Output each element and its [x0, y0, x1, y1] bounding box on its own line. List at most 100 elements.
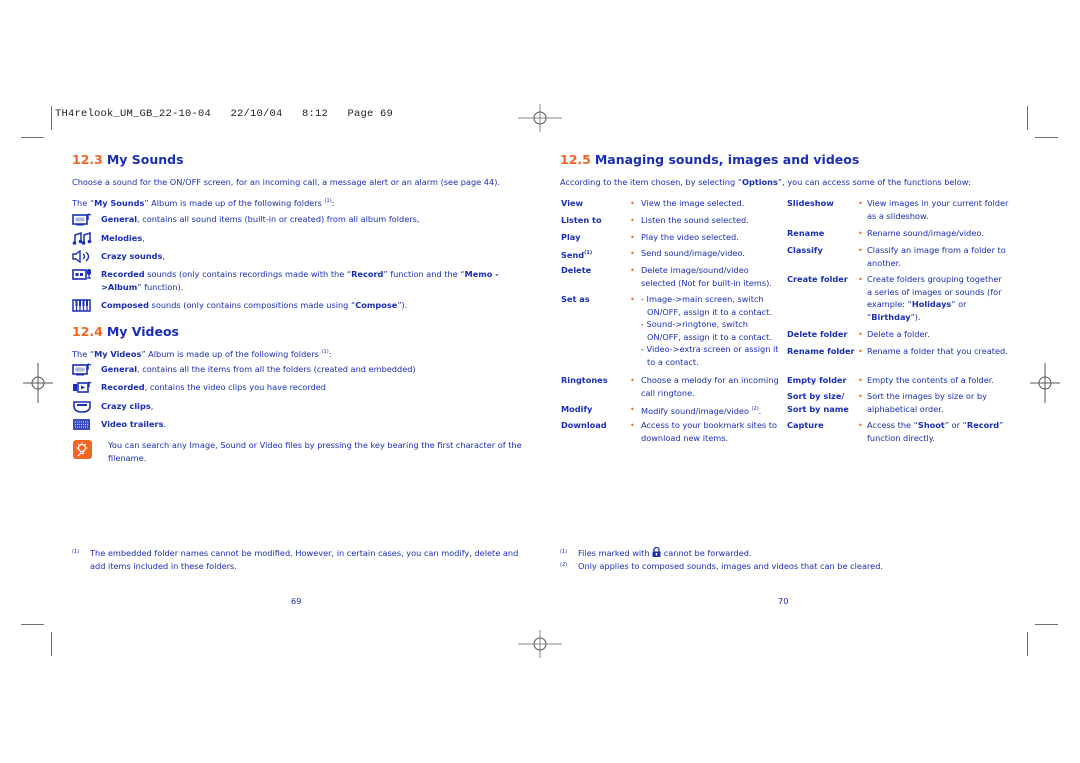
page-number-right: 70: [778, 596, 789, 606]
tip-icon: [73, 440, 92, 459]
term-label: View: [561, 198, 584, 208]
footnote-text: cannot be forwarded.: [661, 548, 752, 558]
footnote-ref[interactable]: (1): [325, 198, 332, 204]
folder-desc: ,: [142, 233, 145, 243]
function-description: Delete image/sound/video selected (Not f…: [641, 264, 781, 289]
function-name: Compose: [355, 300, 398, 310]
function-term: Modify: [561, 403, 592, 416]
bullet-icon: •: [858, 228, 863, 238]
function-term: Create folder: [787, 273, 848, 286]
description-text: Access the “: [867, 420, 918, 430]
footnote-ref[interactable]: (1): [322, 349, 329, 355]
folder-desc: , contains all the items from all the fo…: [137, 364, 416, 374]
folder-name: General: [101, 364, 138, 374]
term-label: Modify: [561, 404, 593, 414]
footnote-number: (1): [72, 549, 80, 555]
function-term: Classify: [787, 244, 823, 257]
function-description: Access the “Shoot” or “Record” function …: [867, 419, 1009, 444]
section-heading-my-sounds: 12.3 My Sounds: [72, 152, 184, 167]
folder-desc: ” function).: [137, 281, 184, 292]
folder-item-recorded-sounds: Recorded sounds (only contains recording…: [72, 268, 524, 293]
bullet-icon: •: [858, 375, 863, 385]
my-sounds-album-line: The “My Sounds” Album is made up of the …: [72, 195, 334, 210]
folder-desc: sounds (only contains recordings made wi…: [144, 269, 352, 279]
description-text: Play the video selected.: [641, 232, 739, 242]
section-number: 12.4: [72, 324, 103, 339]
print-slug: TH4relook_UM_GB_22-10-04 22/10/04 8:12 P…: [55, 108, 394, 120]
footnote-ref[interactable]: (2): [752, 406, 759, 412]
description-text: Delete image/sound/video selected (Not f…: [641, 265, 772, 288]
crop-mark: [51, 632, 52, 656]
crop-mark: [21, 624, 44, 625]
function-term: Rename: [787, 227, 824, 240]
crop-mark: [1027, 632, 1028, 656]
folder-name: Composed: [101, 300, 149, 310]
function-term: Capture: [787, 419, 824, 432]
footnote-number: (2): [560, 562, 568, 568]
function-description: Modify sound/image/video (2).: [641, 403, 781, 418]
crop-mark: [21, 137, 44, 138]
term-label: Listen to: [561, 215, 602, 225]
options-label: Options: [742, 177, 778, 187]
folder-name: Crazy clips: [101, 401, 151, 411]
function-description: Rename a folder that you created.: [867, 345, 1009, 358]
folder-name: Recorded: [101, 269, 145, 279]
folder-name: Crazy sounds: [101, 251, 163, 261]
section-title: My Sounds: [106, 152, 184, 167]
registration-mark-right: [1030, 363, 1060, 403]
bullet-icon: •: [858, 329, 863, 339]
description-text: Choose a melody for an incoming call rin…: [641, 375, 779, 398]
description-text: Sort the images by size or by alphabetic…: [867, 391, 987, 414]
description-line: - Video->extra screen or assign it to a …: [641, 344, 779, 367]
bullet-icon: •: [858, 245, 863, 255]
text: ”, you can access some of the functions …: [777, 177, 971, 187]
description-text: Delete a folder.: [867, 329, 930, 339]
lightbulb-icon: [76, 442, 88, 457]
term-label: Slideshow: [787, 198, 834, 208]
description-text: Empty the contents of a folder.: [867, 375, 994, 385]
footnote-ref[interactable]: (1): [584, 250, 592, 256]
term-label: Create folder: [787, 274, 848, 284]
description-line: - Sound->ringtone, switch ON/OFF, assign…: [641, 319, 772, 342]
text: The “: [72, 349, 95, 359]
video-trailers-folder-icon: [73, 419, 90, 430]
term-label: Classify: [787, 245, 823, 255]
function-description: Send sound/image/video.: [641, 247, 781, 260]
folder-item-melodies: Melodies,: [72, 232, 524, 245]
my-sounds-intro: Choose a sound for the ON/OFF screen, fo…: [72, 177, 501, 187]
folder-item-recorded-videos: Recorded, contains the video clips you h…: [72, 381, 524, 394]
crop-mark: [1027, 106, 1028, 130]
section-title: My Videos: [106, 324, 179, 339]
term-label: Sort by name: [787, 403, 849, 414]
melodies-folder-icon: [72, 232, 92, 245]
folder-desc: , contains all sound items (built-in or …: [137, 214, 420, 224]
lock-icon: [652, 546, 661, 557]
my-videos-album-line: The “My Videos” Album is made up of the …: [72, 346, 331, 361]
function-term: Play: [561, 231, 580, 244]
bullet-icon: •: [630, 198, 635, 208]
function-term: Rename folder: [787, 345, 855, 358]
description-text: View images in your current folder as a …: [867, 198, 1009, 221]
album-name: My Sounds: [94, 198, 145, 208]
description-text: ” or “: [944, 420, 967, 430]
function-term: Delete: [561, 264, 591, 277]
folder-desc: ”).: [397, 300, 408, 310]
text: ” Album is made up of the following fold…: [141, 349, 322, 359]
term-label: Sort by size/: [787, 391, 845, 401]
bullet-icon: •: [630, 420, 635, 430]
crop-mark: [51, 106, 52, 130]
text: The “: [72, 198, 95, 208]
bullet-icon: •: [858, 391, 863, 401]
folder-name: Melodies: [101, 233, 143, 243]
term-label: Send: [561, 250, 585, 260]
function-term: Delete folder: [787, 328, 847, 341]
bullet-icon: •: [630, 375, 635, 385]
function-description: View the image selected.: [641, 197, 781, 210]
term-label: Set as: [561, 294, 590, 304]
function-description: Listen the sound selected.: [641, 214, 781, 227]
registration-mark-bottom: [518, 630, 562, 658]
description-text: Classify an image from a folder to anoth…: [867, 245, 1006, 268]
term-label: Rename folder: [787, 346, 855, 356]
bullet-icon: •: [630, 232, 635, 242]
recorded-video-folder-icon: [73, 381, 92, 393]
